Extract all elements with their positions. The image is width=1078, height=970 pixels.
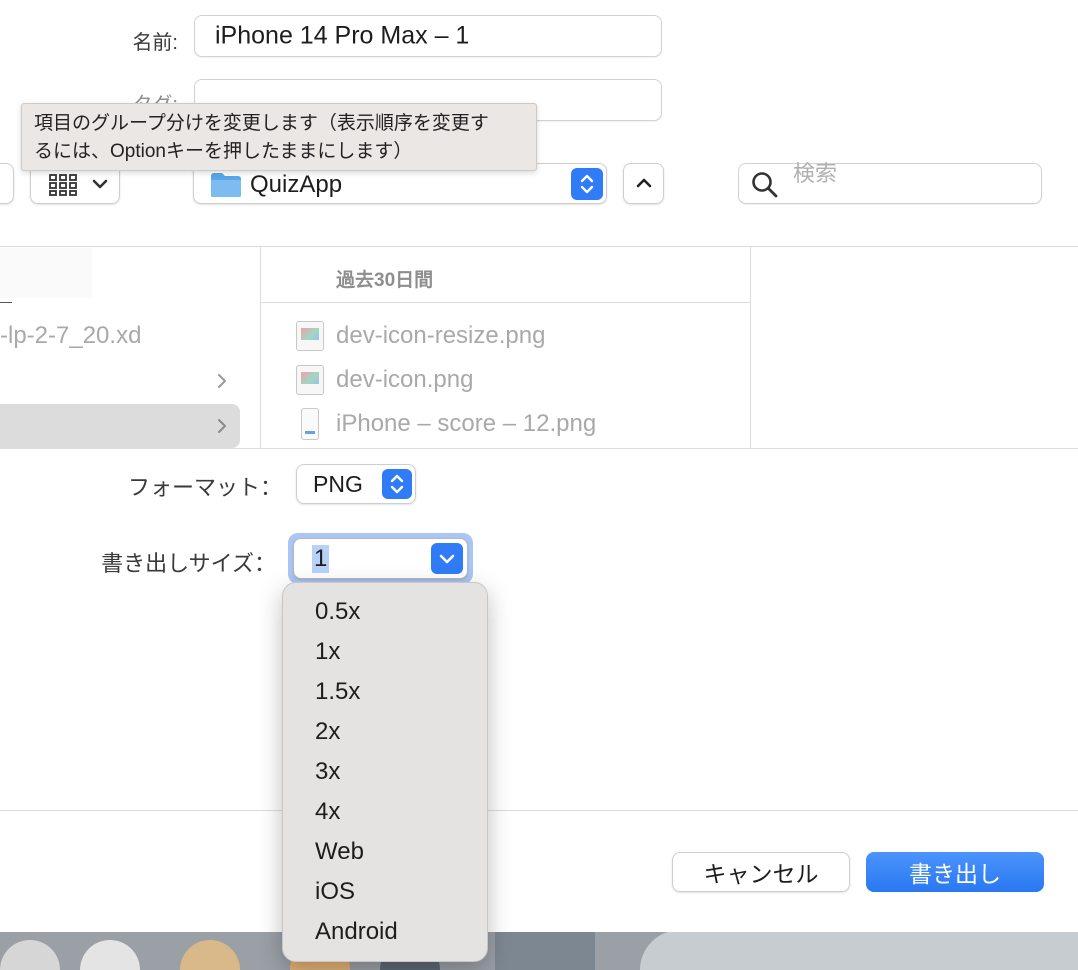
- chevron-up-icon: [636, 178, 652, 188]
- background-circle: [80, 940, 140, 970]
- chevron-right-icon: [218, 374, 226, 388]
- expand-collapse-button[interactable]: [623, 163, 664, 204]
- menu-item-0.5x[interactable]: 0.5x: [315, 598, 360, 626]
- chevron-down-icon: [92, 179, 108, 189]
- browser-bottom-divider: [0, 448, 1078, 449]
- column-header-recent: 過去30日間: [336, 270, 434, 291]
- background-card: [495, 930, 595, 970]
- search-icon: [752, 172, 778, 198]
- menu-item-1x[interactable]: 1x: [315, 638, 340, 666]
- sidebar-header-fade: [0, 248, 92, 298]
- export-size-label: 書き出しサイズ：: [101, 551, 276, 576]
- left-column-tick: [0, 302, 12, 303]
- image-file-icon: [296, 365, 324, 395]
- export-size-value: 1: [312, 545, 330, 573]
- location-stepper: [571, 168, 603, 200]
- background-circle: [0, 940, 60, 970]
- name-field[interactable]: iPhone 14 Pro Max – 1: [194, 15, 662, 57]
- left-file-item[interactable]: -lp-2-7_20.xd: [0, 322, 141, 350]
- grid-icon: [49, 174, 77, 196]
- phone-image-icon: [301, 408, 319, 440]
- menu-item-android[interactable]: Android: [315, 918, 398, 946]
- column-divider-1: [260, 247, 261, 449]
- file-row[interactable]: iPhone – score – 12.png: [296, 408, 736, 444]
- format-stepper: [382, 469, 412, 499]
- chevron-right-icon: [218, 419, 226, 433]
- column-header-divider: [261, 302, 750, 303]
- name-label: 名前:: [132, 32, 178, 54]
- up-down-chevron-icon: [580, 174, 594, 194]
- left-folder-row[interactable]: [0, 360, 240, 402]
- format-label: フォーマット：: [127, 475, 282, 500]
- background-circle: [180, 940, 240, 970]
- up-down-chevron-icon: [390, 474, 404, 494]
- menu-item-web[interactable]: Web: [315, 838, 364, 866]
- menu-item-4x[interactable]: 4x: [315, 798, 340, 826]
- browser-top-divider: [0, 246, 1078, 247]
- chevron-down-icon: [439, 554, 455, 563]
- folder-icon: [211, 173, 241, 197]
- menu-item-2x[interactable]: 2x: [315, 718, 340, 746]
- left-folder-row-selected[interactable]: [0, 404, 240, 448]
- menu-item-ios[interactable]: iOS: [315, 878, 355, 906]
- footer-divider: [0, 810, 1078, 811]
- background-card: [640, 930, 1078, 970]
- format-popup[interactable]: PNG: [296, 464, 416, 504]
- export-size-dropdown-button[interactable]: [431, 543, 463, 574]
- export-size-menu: 0.5x 1x 1.5x 2x 3x 4x Web iOS Android: [282, 582, 488, 962]
- file-name: dev-icon.png: [336, 366, 474, 393]
- column-divider-2: [750, 247, 751, 449]
- menu-item-3x[interactable]: 3x: [315, 758, 340, 786]
- image-file-icon: [296, 321, 324, 351]
- format-value: PNG: [313, 471, 363, 497]
- menu-item-1.5x[interactable]: 1.5x: [315, 678, 360, 706]
- file-row[interactable]: dev-icon-resize.png: [296, 320, 736, 356]
- group-tooltip: 項目のグループ分けを変更します（表示順序を変更す るには、Optionキーを押し…: [21, 103, 537, 171]
- file-row[interactable]: dev-icon.png: [296, 364, 736, 400]
- tooltip-line-1: 項目のグループ分けを変更します（表示順序を変更す: [34, 113, 489, 134]
- name-field-value: iPhone 14 Pro Max – 1: [215, 21, 470, 50]
- back-button-partial[interactable]: [0, 163, 14, 204]
- background-app-area: [0, 930, 1078, 970]
- tooltip-line-2: るには、Optionキーを押したままにします）: [34, 141, 413, 162]
- file-name: iPhone – score – 12.png: [336, 410, 597, 437]
- search-field[interactable]: 検索: [738, 161, 1042, 204]
- export-size-combobox[interactable]: 1: [293, 538, 468, 579]
- folder-name: QuizApp: [250, 171, 343, 198]
- export-button[interactable]: 書き出し: [866, 852, 1044, 892]
- file-name: dev-icon-resize.png: [336, 322, 546, 349]
- cancel-button[interactable]: キャンセル: [672, 852, 850, 892]
- search-placeholder: 検索: [793, 161, 838, 186]
